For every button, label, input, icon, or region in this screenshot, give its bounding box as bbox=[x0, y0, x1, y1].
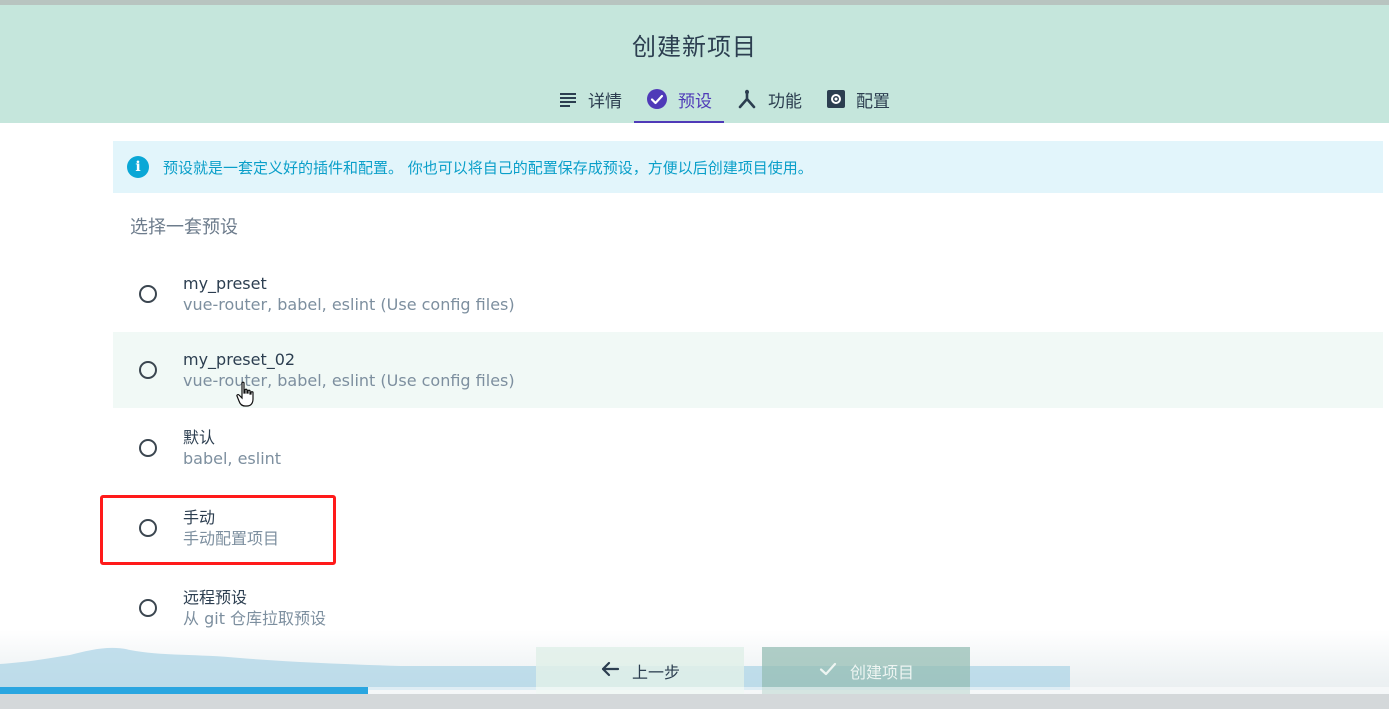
info-icon: i bbox=[127, 156, 149, 178]
preset-name: my_preset_02 bbox=[183, 349, 296, 369]
create-project-label: 创建项目 bbox=[849, 663, 914, 682]
list-icon bbox=[558, 89, 578, 109]
radio-button[interactable] bbox=[139, 361, 157, 379]
preset-description: 从 git 仓库拉取预设 bbox=[183, 608, 327, 628]
arrow-left-icon bbox=[600, 660, 620, 682]
check-circle-icon bbox=[646, 88, 668, 110]
preset-option-manual[interactable]: 手动 手动配置项目 bbox=[113, 490, 1383, 566]
section-title: 选择一套预设 bbox=[130, 217, 238, 238]
radio-button[interactable] bbox=[139, 599, 157, 617]
step-tabs: 详情 预设 功能 配置 bbox=[546, 75, 902, 123]
previous-step-label: 上一步 bbox=[631, 663, 680, 682]
preset-description: vue-router, babel, eslint (Use config fi… bbox=[183, 370, 515, 390]
preset-option-default[interactable]: 默认 babel, eslint bbox=[113, 410, 1383, 486]
preset-name: my_preset bbox=[183, 273, 267, 293]
fork-icon bbox=[736, 88, 758, 110]
info-banner: i 预设就是一套定义好的插件和配置。 你也可以将自己的配置保存成预设，方便以后创… bbox=[113, 141, 1383, 193]
tab-label: 功能 bbox=[768, 91, 802, 112]
preset-name: 远程预设 bbox=[183, 587, 248, 607]
preset-description: babel, eslint bbox=[183, 448, 282, 468]
tab-label: 预设 bbox=[678, 91, 712, 112]
tab-presets[interactable]: 预设 bbox=[634, 75, 724, 123]
radio-button[interactable] bbox=[139, 439, 157, 457]
preset-option-my-preset[interactable]: my_preset vue-router, babel, eslint (Use… bbox=[113, 256, 1383, 332]
video-progress-fill bbox=[0, 687, 369, 694]
tab-config[interactable]: 配置 bbox=[814, 75, 902, 123]
radio-button[interactable] bbox=[139, 285, 157, 303]
tab-features[interactable]: 功能 bbox=[724, 75, 814, 123]
preset-name: 默认 bbox=[183, 427, 216, 447]
radio-button[interactable] bbox=[139, 519, 157, 537]
tab-label: 配置 bbox=[856, 91, 890, 112]
preset-name: 手动 bbox=[183, 507, 216, 527]
page-header: 创建新项目 详情 预设 功能 配置 bbox=[0, 5, 1389, 123]
page-title: 创建新项目 bbox=[632, 33, 757, 61]
preset-option-my-preset-02[interactable]: my_preset_02 vue-router, babel, eslint (… bbox=[113, 332, 1383, 408]
preset-description: vue-router, babel, eslint (Use config fi… bbox=[183, 294, 515, 314]
video-control-bar bbox=[0, 694, 1389, 709]
tab-details[interactable]: 详情 bbox=[546, 75, 634, 123]
preset-description: 手动配置项目 bbox=[183, 528, 280, 548]
main-content: i 预设就是一套定义好的插件和配置。 你也可以将自己的配置保存成预设，方便以后创… bbox=[0, 123, 1389, 709]
info-text: 预设就是一套定义好的插件和配置。 你也可以将自己的配置保存成预设，方便以后创建项… bbox=[163, 158, 813, 177]
check-icon bbox=[818, 660, 838, 682]
tab-label: 详情 bbox=[588, 91, 622, 112]
settings-icon bbox=[826, 89, 846, 109]
hand-cursor-icon bbox=[236, 381, 256, 413]
